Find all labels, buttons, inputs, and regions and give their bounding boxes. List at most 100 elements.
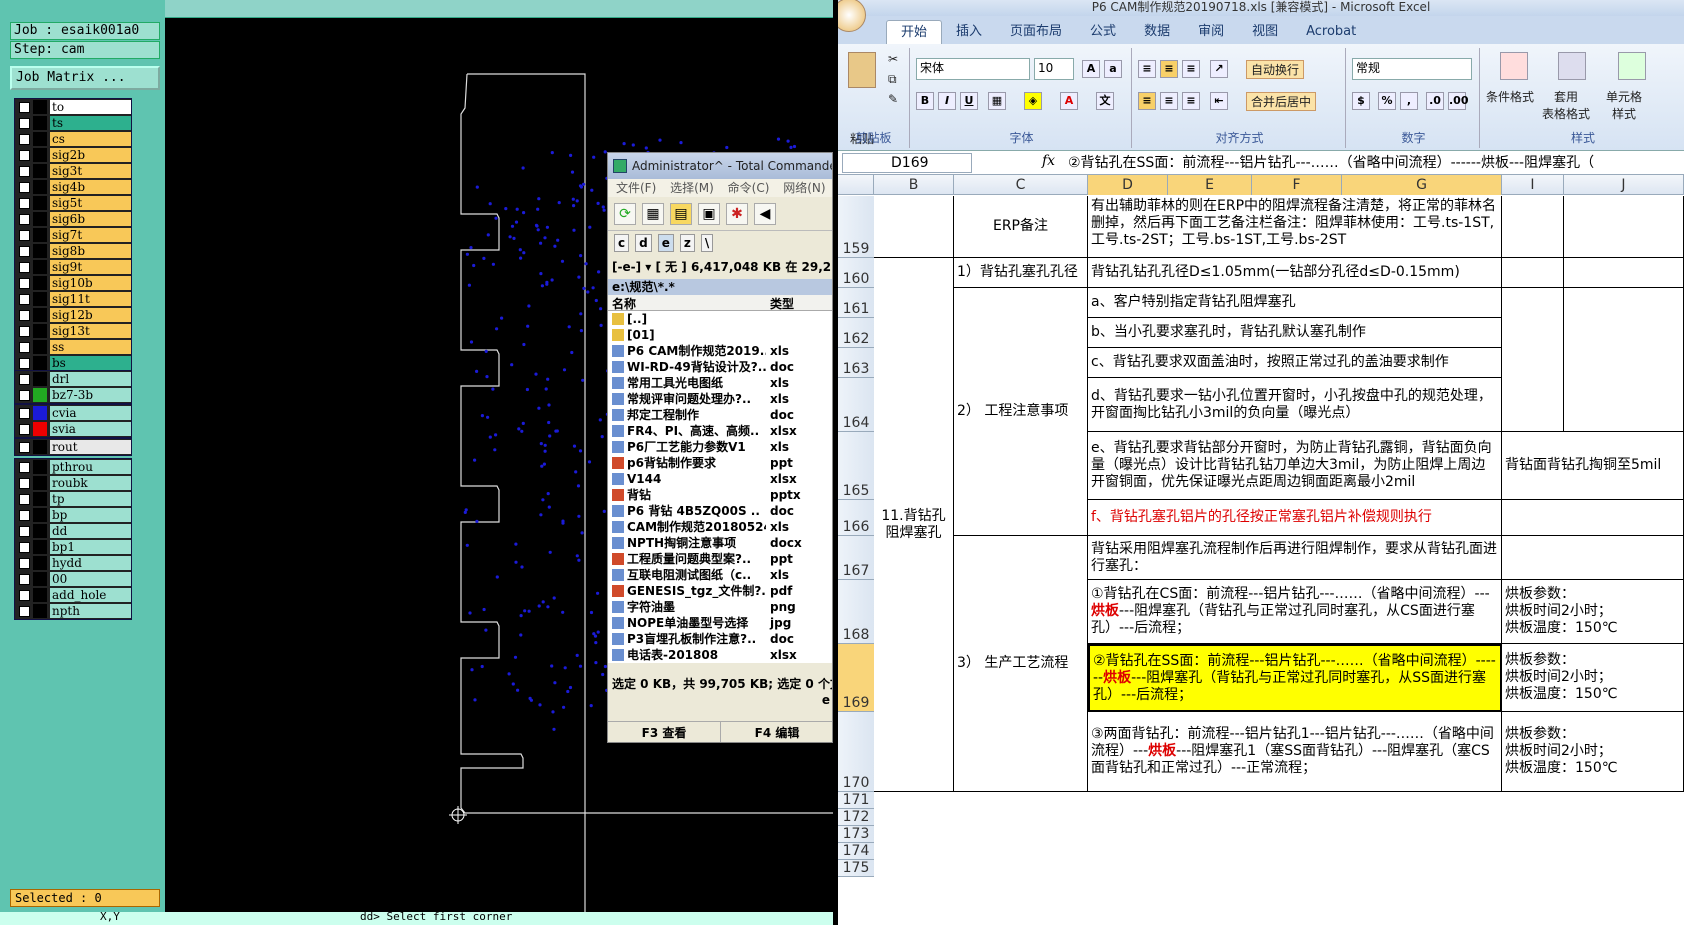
drive-e-button[interactable]: e: [657, 234, 674, 252]
layer-row-dd[interactable]: dd: [15, 523, 131, 539]
brief-view-icon[interactable]: ▦: [642, 202, 664, 225]
align-right-icon[interactable]: ≡: [1182, 92, 1200, 110]
file-list-item[interactable]: WI-RD-49背钻设计及?.. doc: [608, 359, 832, 375]
drive-c-button[interactable]: c: [614, 234, 630, 252]
number-format-select[interactable]: 常规: [1352, 58, 1472, 80]
layer-checkbox[interactable]: [19, 101, 30, 113]
cell-b159[interactable]: [874, 196, 954, 258]
detail-view-icon[interactable]: ▤: [670, 202, 692, 225]
layer-row-rout[interactable]: rout: [15, 439, 131, 455]
layer-row-drl[interactable]: drl: [15, 371, 131, 387]
row-header[interactable]: 160: [838, 258, 874, 288]
cell-c160[interactable]: 1）背钻孔塞孔孔径: [954, 258, 1088, 288]
layer-color-swatch[interactable]: [33, 460, 47, 474]
format-table-icon[interactable]: [1558, 52, 1586, 80]
layer-color-swatch[interactable]: [33, 116, 47, 130]
file-list-item[interactable]: 邦定工程制作 doc: [608, 407, 832, 423]
layer-color-swatch[interactable]: [33, 212, 47, 226]
file-list-item[interactable]: 互联电阻测试图纸（c.. xls: [608, 567, 832, 583]
col-header-i[interactable]: I: [1502, 175, 1564, 195]
layer-name-label[interactable]: sig12b: [50, 308, 131, 322]
cell-d166[interactable]: f、背钻孔塞孔铝片的孔径按正常塞孔铝片补偿规则执行: [1088, 500, 1502, 536]
layer-checkbox[interactable]: [19, 605, 30, 617]
cell-d165[interactable]: e、背钻孔要求背钻部分开窗时，为防止背钻孔露铜，背钻面负向量（曝光点）设计比背钻…: [1088, 432, 1502, 500]
layer-color-swatch[interactable]: [33, 132, 47, 146]
layer-checkbox[interactable]: [19, 229, 30, 241]
layer-color-swatch[interactable]: [33, 180, 47, 194]
layer-name-label[interactable]: drl: [50, 372, 131, 386]
tab-review[interactable]: 审阅: [1184, 20, 1238, 44]
file-list-item[interactable]: NOPE单油墨型号选择 jpg: [608, 615, 832, 631]
drive-z-button[interactable]: z: [679, 234, 695, 252]
layer-checkbox[interactable]: [19, 509, 30, 521]
row-header[interactable]: 163: [838, 348, 874, 378]
f3-view-button[interactable]: F3 查看: [608, 722, 721, 742]
layer-color-swatch[interactable]: [33, 308, 47, 322]
layer-checkbox[interactable]: [19, 573, 30, 585]
cell-d159[interactable]: 有出辅助菲林的则在ERP中的阻焊流程备注清楚，将正常的菲林名删掉，然后再下面工艺…: [1088, 196, 1502, 258]
layer-name-label[interactable]: tp: [50, 492, 131, 506]
cell-c-notes[interactable]: 2） 工程注意事项: [954, 288, 1088, 536]
wrap-text-button[interactable]: 自动换行: [1246, 60, 1305, 79]
layer-name-label[interactable]: svia: [50, 422, 131, 436]
cell-d168[interactable]: ①背钻孔在CS面：前流程---铝片钻孔---……（省略中间流程）---烘板---…: [1088, 580, 1502, 644]
layer-color-swatch[interactable]: [33, 244, 47, 258]
layer-checkbox[interactable]: [19, 357, 30, 369]
layer-row-bz7-3b[interactable]: bz7-3b: [15, 387, 131, 403]
layer-color-swatch[interactable]: [33, 388, 47, 402]
layer-name-label[interactable]: ss: [50, 340, 131, 354]
tc-current-path[interactable]: e:\规范\*.*: [608, 279, 832, 295]
layer-name-label[interactable]: sig7t: [50, 228, 131, 242]
layer-color-swatch[interactable]: [33, 588, 47, 602]
layer-color-swatch[interactable]: [33, 260, 47, 274]
layer-checkbox[interactable]: [19, 245, 30, 257]
tc-menu-file[interactable]: 文件(F): [616, 181, 656, 195]
tab-formulas[interactable]: 公式: [1076, 20, 1130, 44]
conditional-format-button[interactable]: 条件格式: [1486, 88, 1534, 105]
cell-d160[interactable]: 背钻孔钻孔孔径D≤1.05mm(一钻部分孔径d≤D-0.15mm): [1088, 258, 1502, 288]
layer-row-tp[interactable]: tp: [15, 491, 131, 507]
row-header[interactable]: 161: [838, 288, 874, 318]
percent-icon[interactable]: %: [1378, 92, 1396, 110]
layer-color-swatch[interactable]: [33, 324, 47, 338]
tab-home[interactable]: 开始: [886, 20, 943, 44]
tc-menu-select[interactable]: 选择(M): [670, 181, 714, 195]
cell-c159[interactable]: ERP备注: [954, 196, 1088, 258]
layer-checkbox[interactable]: [19, 389, 30, 401]
file-list-item[interactable]: GENESIS_tgz_文件制?.. pdf: [608, 583, 832, 599]
layer-color-swatch[interactable]: [33, 476, 47, 490]
refresh-icon[interactable]: ⟳: [614, 202, 636, 225]
layer-row-sig2b[interactable]: sig2b: [15, 147, 131, 163]
tab-acrobat[interactable]: Acrobat: [1292, 20, 1370, 44]
decrease-decimal-icon[interactable]: .00: [1448, 92, 1469, 110]
underline-icon[interactable]: U: [960, 92, 978, 110]
file-list-item[interactable]: V144 xlsx: [608, 471, 832, 487]
layer-color-swatch[interactable]: [33, 508, 47, 522]
layer-row-sig12b[interactable]: sig12b: [15, 307, 131, 323]
row-header[interactable]: 169: [838, 644, 874, 712]
col-header-d[interactable]: D: [1088, 175, 1168, 195]
row-header[interactable]: 171: [838, 792, 874, 809]
layer-row-sig6b[interactable]: sig6b: [15, 211, 131, 227]
layer-row-add_hole[interactable]: add_hole: [15, 587, 131, 603]
layer-color-swatch[interactable]: [33, 422, 47, 436]
cell-j159[interactable]: [1564, 196, 1684, 258]
name-box[interactable]: D169: [842, 153, 972, 173]
cell-i166[interactable]: [1502, 500, 1684, 536]
cell-c-process[interactable]: 3） 生产工艺流程: [954, 536, 1088, 792]
bold-icon[interactable]: B: [916, 92, 934, 110]
row-header[interactable]: 159: [838, 196, 874, 258]
layer-checkbox[interactable]: [19, 493, 30, 505]
layer-row-npth[interactable]: npth: [15, 603, 131, 619]
f4-edit-button[interactable]: F4 编辑: [721, 722, 832, 742]
layer-color-swatch[interactable]: [33, 196, 47, 210]
col-header-b[interactable]: B: [874, 175, 954, 195]
cell-i161[interactable]: [1502, 288, 1564, 432]
tc-menu-command[interactable]: 命令(C): [728, 181, 770, 195]
merge-center-button[interactable]: 合并后居中: [1246, 92, 1317, 111]
layer-checkbox[interactable]: [19, 213, 30, 225]
layer-row-sig5t[interactable]: sig5t: [15, 195, 131, 211]
layer-row-hydd[interactable]: hydd: [15, 555, 131, 571]
font-size-select[interactable]: 10: [1034, 58, 1074, 80]
total-commander-window[interactable]: Administrator^ - Total Commander 文件(F) 选…: [607, 152, 833, 743]
